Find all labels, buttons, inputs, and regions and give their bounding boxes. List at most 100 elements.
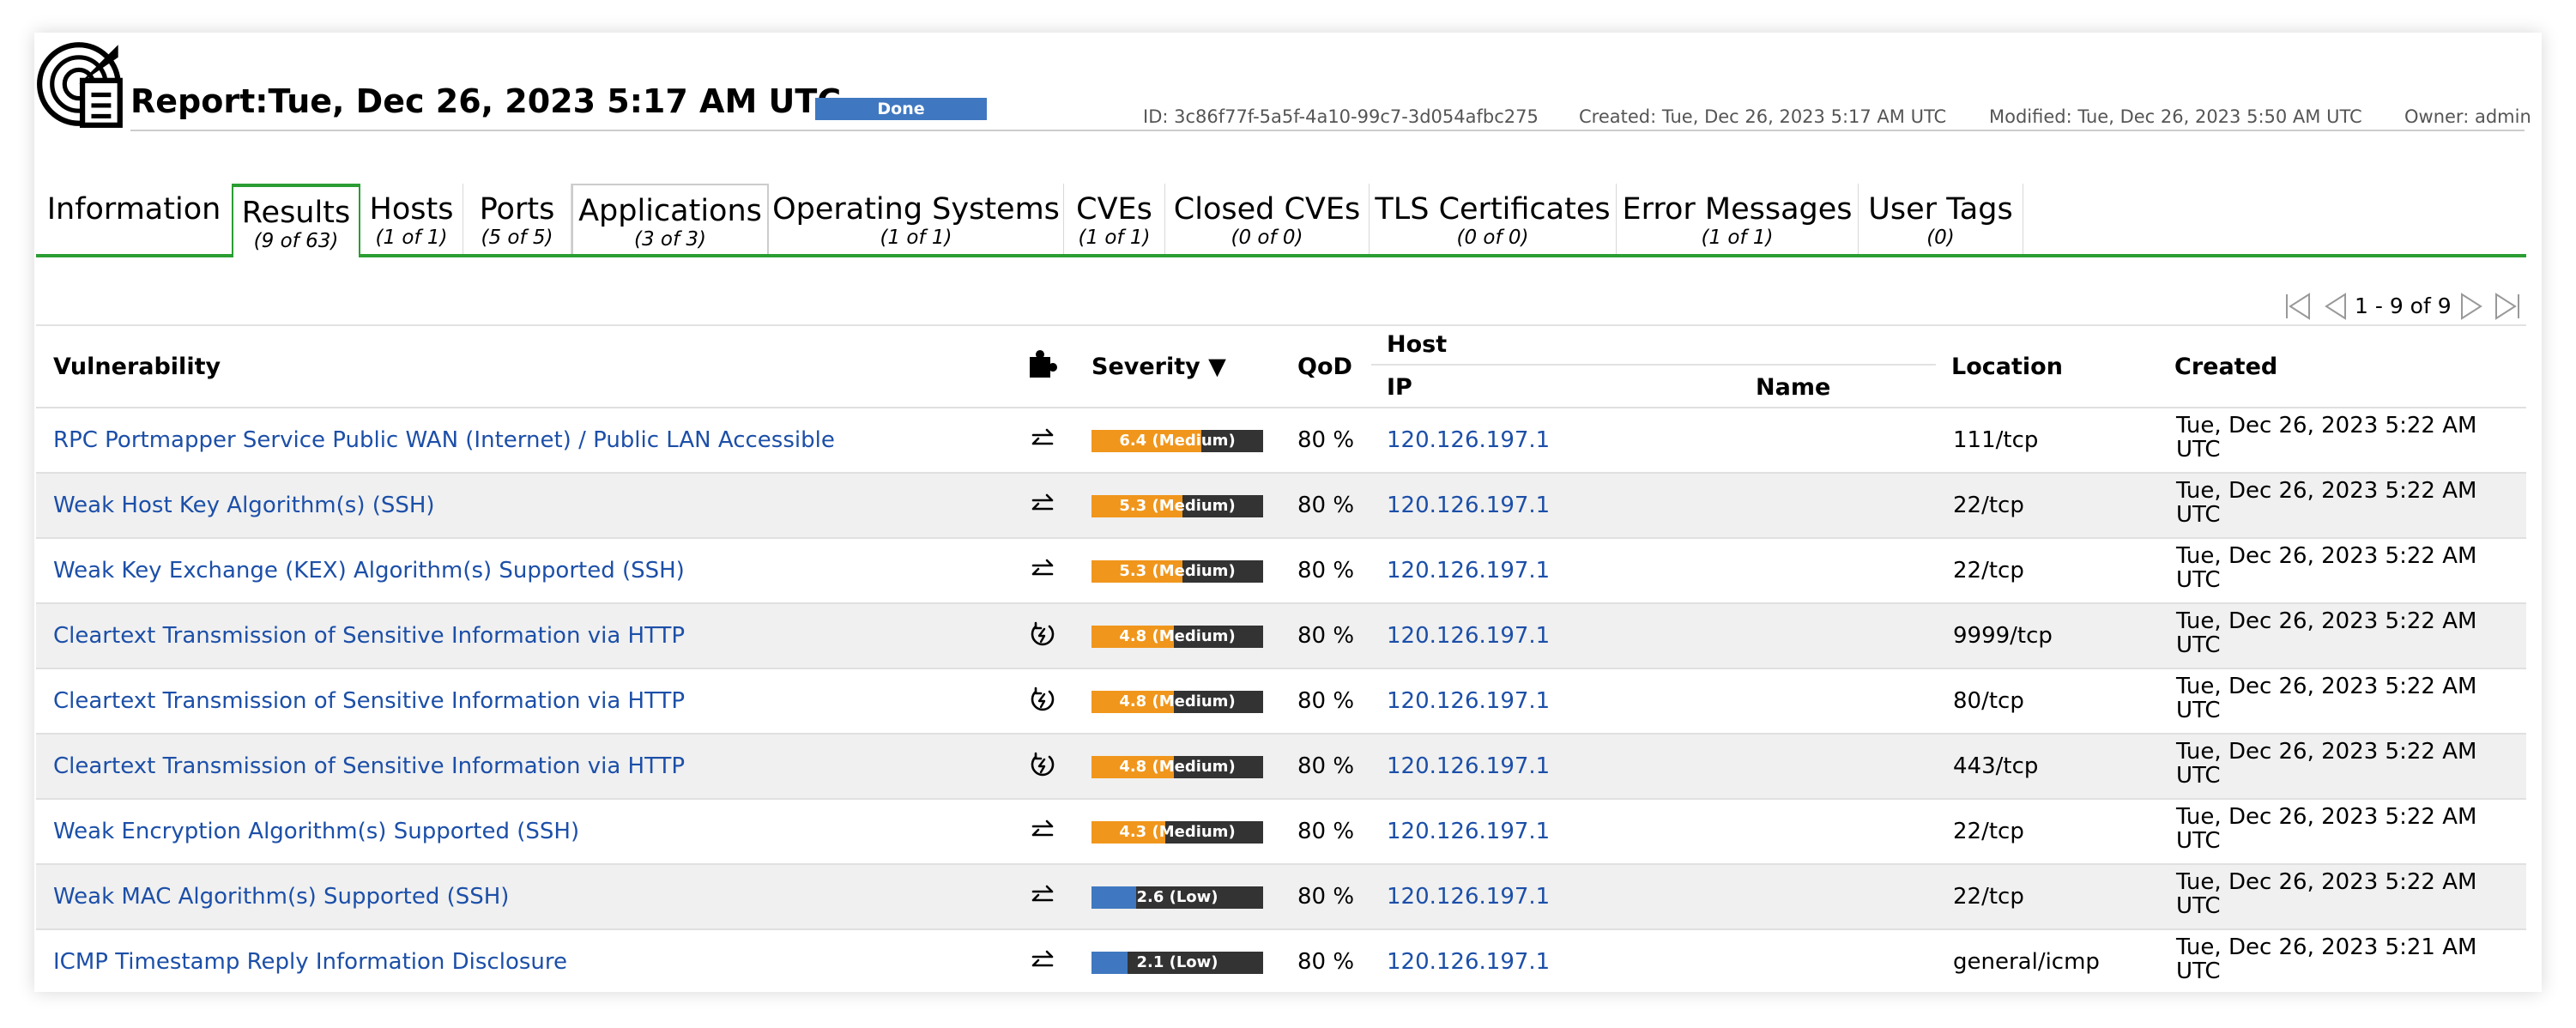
created-date: Tue, Dec 26, 2023 5:22 AM [2176,804,2477,830]
severity-bar: 6.4 (Medium) [1091,430,1263,452]
qod-value: 80 % [1297,558,1355,584]
last-page-icon[interactable] [2494,292,2521,321]
severity-label: 2.1 (Low) [1136,953,1218,971]
created-value: Tue, Dec 26, 2023 5:22 AM UTC [2176,414,2485,462]
solution-type-icon [1030,350,1057,378]
tab-operating-systems[interactable]: Operating Systems (1 of 1) [769,184,1064,254]
location-value: 443/tcp [1953,753,2039,779]
vulnerability-link[interactable]: Cleartext Transmission of Sensitive Info… [53,753,685,779]
tab-results[interactable]: Results (9 of 63) [232,184,360,257]
created-timezone: UTC [2176,828,2221,854]
column-header-created[interactable]: Created [2174,354,2277,380]
severity-bar: 4.8 (Medium) [1091,756,1263,778]
column-header-location[interactable]: Location [1951,354,2063,380]
severity-label: 4.8 (Medium) [1119,692,1236,711]
column-header-qod[interactable]: QoD [1297,354,1352,380]
tab-count: (3 of 3) [633,228,706,251]
host-ip-link[interactable]: 120.126.197.1 [1387,884,1550,910]
vulnerability-link[interactable]: Cleartext Transmission of Sensitive Info… [53,688,685,714]
created-timezone: UTC [2176,632,2221,658]
severity-label: 5.3 (Medium) [1119,562,1236,580]
host-ip-link[interactable]: 120.126.197.1 [1387,753,1550,779]
location-value: general/icmp [1953,949,2100,975]
created-value: Tue, Dec 26, 2023 5:22 AM UTC [2176,609,2485,657]
created-date: Tue, Dec 26, 2023 5:22 AM [2176,608,2477,634]
column-header-severity[interactable]: Severity ▼ [1091,354,1226,380]
tab-hosts[interactable]: Hosts (1 of 1) [360,184,463,254]
tab-label: Information [46,192,221,227]
location-value: 22/tcp [1953,493,2024,518]
host-ip-link[interactable]: 120.126.197.1 [1387,493,1550,518]
tab-closed-cves[interactable]: Closed CVEs (0 of 0) [1165,184,1370,254]
created-date: Tue, Dec 26, 2023 5:21 AM [2176,934,2477,960]
tab-count: (0 of 0) [1456,227,1529,249]
vulnerability-link[interactable]: RPC Portmapper Service Public WAN (Inter… [53,427,835,453]
mitigate-cycle-icon [1031,686,1055,711]
qod-value: 80 % [1297,819,1355,844]
header-divider [130,130,2525,131]
tab-label: Error Messages [1622,192,1853,227]
vulnerability-link[interactable]: Weak MAC Algorithm(s) Supported (SSH) [53,884,509,910]
qod-value: 80 % [1297,493,1355,518]
tab-label: Operating Systems [772,192,1060,227]
severity-label: 4.8 (Medium) [1119,758,1236,776]
host-ip-link[interactable]: 120.126.197.1 [1387,558,1550,584]
created-value: Tue, Dec 26, 2023 5:22 AM UTC [2176,479,2485,527]
severity-label: 4.8 (Medium) [1119,627,1236,645]
previous-page-icon[interactable] [2322,292,2349,321]
tab-cves[interactable]: CVEs (1 of 1) [1064,184,1165,254]
severity-bar: 5.3 (Medium) [1091,560,1263,583]
tab-ports[interactable]: Ports (5 of 5) [463,184,571,254]
status-progress-bar: Done [815,98,987,120]
column-header-vulnerability[interactable]: Vulnerability [53,354,221,380]
created-date: Tue, Dec 26, 2023 5:22 AM [2176,543,2477,569]
tab-applications[interactable]: Applications (3 of 3) [571,184,769,254]
severity-label: 6.4 (Medium) [1119,432,1236,450]
vulnerability-link[interactable]: Weak Encryption Algorithm(s) Supported (… [53,819,579,844]
created-date: Tue, Dec 26, 2023 5:22 AM [2176,478,2477,504]
vulnerability-link[interactable]: Weak Key Exchange (KEX) Algorithm(s) Sup… [53,558,685,584]
host-ip-link[interactable]: 120.126.197.1 [1387,623,1550,649]
severity-bar: 2.6 (Low) [1091,886,1263,909]
severity-label: 4.3 (Medium) [1119,823,1236,841]
tab-error-messages[interactable]: Error Messages (1 of 1) [1617,184,1859,254]
tab-count: (5 of 5) [481,227,553,249]
qod-value: 80 % [1297,884,1355,910]
tab-label: CVEs [1076,192,1152,227]
vulnerability-link[interactable]: Weak Host Key Algorithm(s) (SSH) [53,493,435,518]
qod-value: 80 % [1297,427,1355,453]
table-row: Weak Key Exchange (KEX) Algorithm(s) Sup… [36,537,2526,604]
tab-tls-certificates[interactable]: TLS Certificates (0 of 0) [1370,184,1617,254]
column-header-name[interactable]: Name [1756,374,1830,401]
tab-count: (9 of 63) [253,230,339,252]
column-header-host: Host [1387,331,1448,358]
report-modified: Modified: Tue, Dec 26, 2023 5:50 AM UTC [1989,106,2362,127]
qod-value: 80 % [1297,753,1355,779]
host-ip-link[interactable]: 120.126.197.1 [1387,949,1550,975]
column-header-ip[interactable]: IP [1387,374,1412,401]
mitigate-cycle-icon [1031,621,1055,646]
tab-information[interactable]: Information [36,184,232,254]
exchange-arrows-icon [1031,559,1054,576]
vulnerability-link[interactable]: Cleartext Transmission of Sensitive Info… [53,623,685,649]
tab-label: Closed CVEs [1173,192,1361,227]
tab-label: Ports [479,192,555,227]
next-page-icon[interactable] [2458,292,2485,321]
host-header-divider [1371,364,1936,366]
location-value: 22/tcp [1953,884,2024,910]
tab-count: (0 of 0) [1231,227,1303,249]
tab-user-tags[interactable]: User Tags (0) [1859,184,2023,254]
host-ip-link[interactable]: 120.126.197.1 [1387,819,1550,844]
table-row: RPC Portmapper Service Public WAN (Inter… [36,407,2526,474]
table-row: Weak Host Key Algorithm(s) (SSH) 5.3 (Med… [36,472,2526,539]
greenbone-logo-icon [37,42,123,128]
host-ip-link[interactable]: 120.126.197.1 [1387,427,1550,453]
first-page-icon[interactable] [2284,292,2312,321]
pagination-counts: 1 - 9 of 9 [2355,293,2452,318]
report-created: Created: Tue, Dec 26, 2023 5:17 AM UTC [1579,106,1947,127]
vulnerability-link[interactable]: ICMP Timestamp Reply Information Disclos… [53,949,567,975]
location-value: 22/tcp [1953,558,2024,584]
created-timezone: UTC [2176,763,2221,789]
host-ip-link[interactable]: 120.126.197.1 [1387,688,1550,714]
created-timezone: UTC [2176,567,2221,593]
